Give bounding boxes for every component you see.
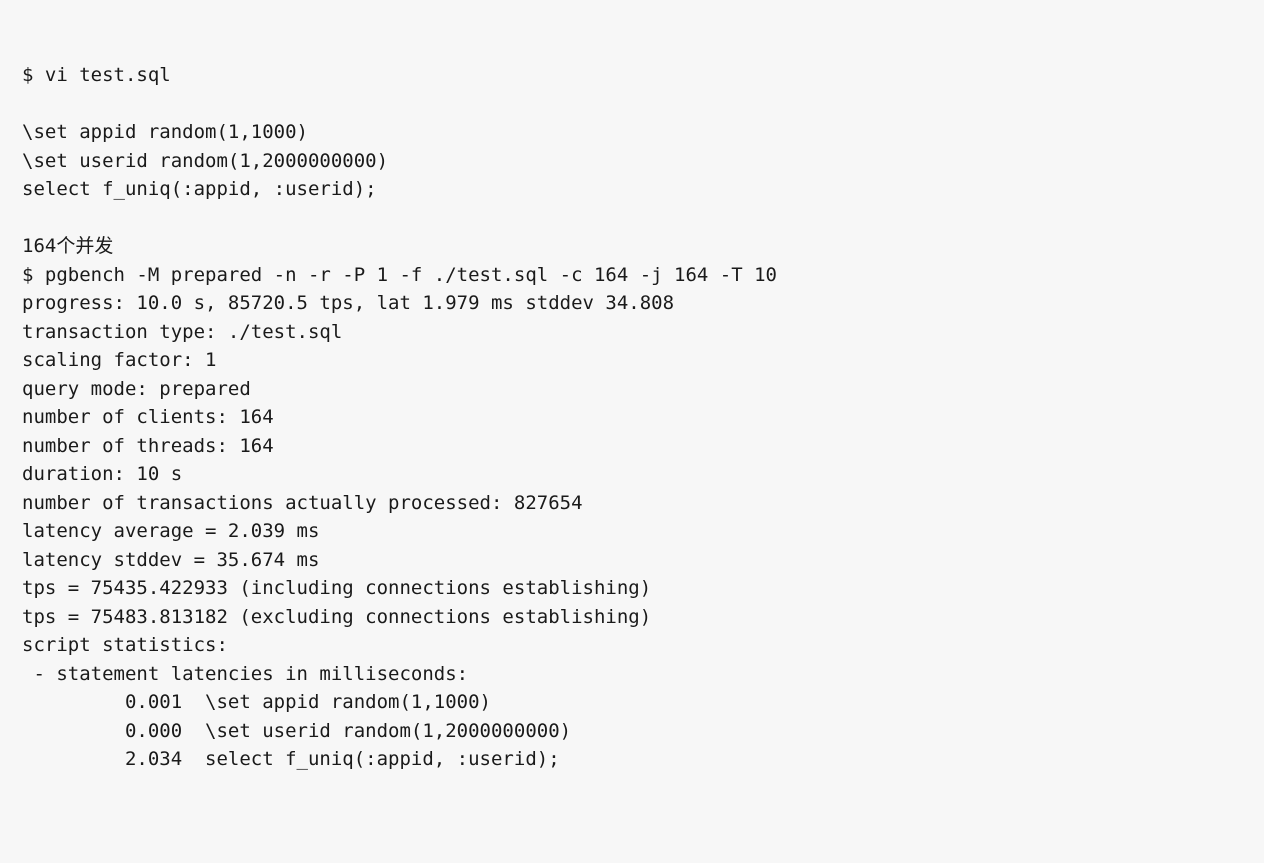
code-line: $ pgbench -M prepared -n -r -P 1 -f ./te… [22, 261, 1242, 290]
code-line: tps = 75483.813182 (excluding connection… [22, 603, 1242, 632]
code-line: scaling factor: 1 [22, 346, 1242, 375]
code-line: tps = 75435.422933 (including connection… [22, 574, 1242, 603]
code-line: progress: 10.0 s, 85720.5 tps, lat 1.979… [22, 289, 1242, 318]
code-line: \set appid random(1,1000) [22, 118, 1242, 147]
code-line [22, 204, 1242, 233]
code-line [22, 90, 1242, 119]
code-line: \set userid random(1,2000000000) [22, 147, 1242, 176]
code-line: number of threads: 164 [22, 432, 1242, 461]
code-line: 0.000 \set userid random(1,2000000000) [22, 717, 1242, 746]
code-line: duration: 10 s [22, 460, 1242, 489]
code-line: select f_uniq(:appid, :userid); [22, 175, 1242, 204]
code-line: number of transactions actually processe… [22, 489, 1242, 518]
code-line: - statement latencies in milliseconds: [22, 660, 1242, 689]
code-line: script statistics: [22, 631, 1242, 660]
code-line: 164个并发 [22, 232, 1242, 261]
code-block: $ vi test.sql \set appid random(1,1000)\s… [22, 61, 1242, 774]
code-line: transaction type: ./test.sql [22, 318, 1242, 347]
code-line: query mode: prepared [22, 375, 1242, 404]
code-line: 0.001 \set appid random(1,1000) [22, 688, 1242, 717]
code-line: latency average = 2.039 ms [22, 517, 1242, 546]
code-line: 2.034 select f_uniq(:appid, :userid); [22, 745, 1242, 774]
code-line: latency stddev = 35.674 ms [22, 546, 1242, 575]
code-line: number of clients: 164 [22, 403, 1242, 432]
code-line: $ vi test.sql [22, 61, 1242, 90]
